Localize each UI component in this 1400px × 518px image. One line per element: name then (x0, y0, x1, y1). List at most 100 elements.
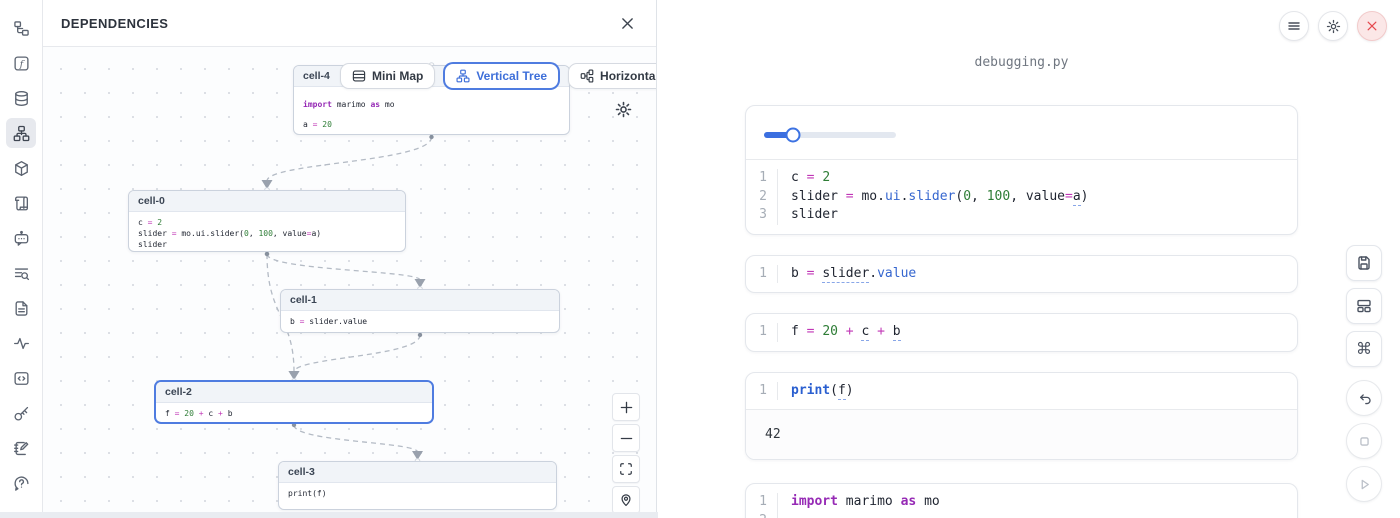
code-editor[interactable]: 1b = slider.value (746, 256, 1297, 293)
database-icon (13, 90, 30, 107)
line-number: 1 (746, 382, 778, 401)
fit-view-icon (619, 462, 633, 476)
dependencies-panel: DEPENDENCIES cell-4import marimo as moa … (43, 0, 657, 512)
stop-button[interactable] (1346, 423, 1382, 459)
slider-output (746, 106, 1297, 160)
sidebar-item-function[interactable]: f (6, 48, 36, 78)
sidebar-item-activity[interactable] (6, 328, 36, 358)
graph-node-cell-0[interactable]: cell-0c = 2slider = mo.ui.slider(0, 100,… (128, 190, 406, 252)
chat-bot-icon (13, 230, 30, 247)
sidebar-item-document[interactable] (6, 293, 36, 323)
zoom-out-icon (620, 432, 633, 445)
icon-sidebar: f (0, 0, 43, 512)
graph-view-toolbar: Mini Map Vertical Tree Horizontal Tree (340, 63, 656, 89)
sidebar-item-help[interactable] (6, 468, 36, 498)
activity-icon (13, 335, 30, 352)
save-button[interactable] (1346, 245, 1382, 281)
graph-settings-button[interactable] (613, 99, 634, 120)
command-icon: ⌘ (1356, 339, 1372, 359)
notebook-filename: debugging.py (745, 55, 1298, 70)
line-number: 2 (746, 188, 778, 207)
notebook-cells-column: 1c = 22slider = mo.ui.slider(0, 100, val… (745, 105, 1298, 518)
code-editor[interactable]: 1print(f) (746, 373, 1297, 410)
sidebar-item-notebook-pen[interactable] (6, 433, 36, 463)
gear-icon (1326, 19, 1341, 34)
sidebar-item-chat-bot[interactable] (6, 223, 36, 253)
save-icon (1356, 255, 1372, 271)
graph-node-title: cell-1 (281, 290, 559, 311)
zoom-in-icon (620, 401, 633, 414)
undo-icon (1357, 391, 1372, 406)
keyboard-shortcuts-button[interactable]: ⌘ (1346, 331, 1382, 367)
zoom-out-button[interactable] (612, 424, 640, 452)
run-button[interactable] (1346, 466, 1382, 502)
sidebar-item-tree[interactable] (6, 13, 36, 43)
horizontal-tree-button[interactable]: Horizontal Tree (568, 63, 656, 89)
panel-bottom-strip (0, 512, 658, 518)
code-editor[interactable]: 1import marimo as mo2 (746, 484, 1297, 518)
shutdown-button[interactable] (1357, 11, 1387, 41)
location-pin-button[interactable] (612, 486, 640, 512)
line-number: 1 (746, 493, 778, 512)
sidebar-item-code-block[interactable] (6, 363, 36, 393)
mini-map-icon (352, 69, 366, 83)
line-number: 2 (746, 512, 778, 518)
mini-map-button[interactable]: Mini Map (340, 63, 435, 89)
close-panel-button[interactable] (619, 15, 636, 32)
line-number: 1 (746, 265, 778, 284)
notebook-cell: 1print(f)42 (745, 372, 1298, 461)
menu-button[interactable] (1279, 11, 1309, 41)
notebook-cell: 1c = 22slider = mo.ui.slider(0, 100, val… (745, 105, 1298, 235)
graph-node-cell-1[interactable]: cell-1b = slider.value (280, 289, 560, 333)
graph-node-code: print(f) (279, 483, 556, 505)
graph-node-cell-3[interactable]: cell-3print(f) (278, 461, 557, 510)
vertical-tree-icon (456, 69, 470, 83)
panel-title: DEPENDENCIES (61, 16, 168, 31)
location-pin-icon (619, 493, 633, 507)
graph-node-title: cell-2 (156, 382, 432, 403)
sidebar-item-list-search[interactable] (6, 258, 36, 288)
graph-node-cell-2[interactable]: cell-2f = 20 + c + b (155, 381, 433, 423)
close-icon (621, 17, 634, 30)
graph-zoom-controls (612, 393, 640, 512)
undo-button[interactable] (1346, 380, 1382, 416)
help-icon (13, 475, 30, 492)
document-icon (13, 300, 30, 317)
code-editor[interactable]: 1c = 22slider = mo.ui.slider(0, 100, val… (746, 160, 1297, 234)
sidebar-item-database[interactable] (6, 83, 36, 113)
notebook-main: debugging.py 1c = 22slider = mo.ui.slide… (658, 0, 1400, 518)
svg-text:f: f (18, 58, 24, 69)
notebook-cell: 1import marimo as mo2 (745, 483, 1298, 518)
play-icon (1357, 477, 1372, 492)
gear-icon (615, 101, 632, 118)
code-editor[interactable]: 1f = 20 + c + b (746, 314, 1297, 351)
settings-button[interactable] (1318, 11, 1348, 41)
graph-node-code: b = slider.value (281, 311, 559, 333)
stop-icon (1357, 434, 1372, 449)
app-header-actions (1279, 11, 1387, 41)
notebook-cell: 1f = 20 + c + b (745, 313, 1298, 352)
line-number: 3 (746, 206, 778, 225)
slider-track[interactable] (764, 132, 896, 138)
layout-select-button[interactable] (1346, 288, 1382, 324)
dependency-graph-icon (13, 125, 30, 142)
scroll-icon (13, 195, 30, 212)
zoom-in-button[interactable] (612, 393, 640, 421)
vertical-tree-button[interactable]: Vertical Tree (444, 63, 559, 89)
sidebar-item-dependency-graph[interactable] (6, 118, 36, 148)
code-block-icon (13, 370, 30, 387)
notebook-pen-icon (13, 440, 30, 457)
list-search-icon (13, 265, 30, 282)
line-number: 1 (746, 323, 778, 342)
line-number: 1 (746, 169, 778, 188)
fit-view-button[interactable] (612, 455, 640, 483)
sidebar-item-scroll[interactable] (6, 188, 36, 218)
sidebar-item-key[interactable] (6, 398, 36, 428)
dependency-graph-canvas[interactable]: cell-4import marimo as moa = 20cell-0c =… (43, 47, 656, 512)
close-x-icon (1366, 20, 1378, 32)
layout-icon (1356, 298, 1372, 314)
slider-thumb[interactable] (786, 128, 801, 143)
graph-node-title: cell-3 (279, 462, 556, 483)
dependencies-panel-header: DEPENDENCIES (43, 0, 656, 47)
sidebar-item-cube[interactable] (6, 153, 36, 183)
